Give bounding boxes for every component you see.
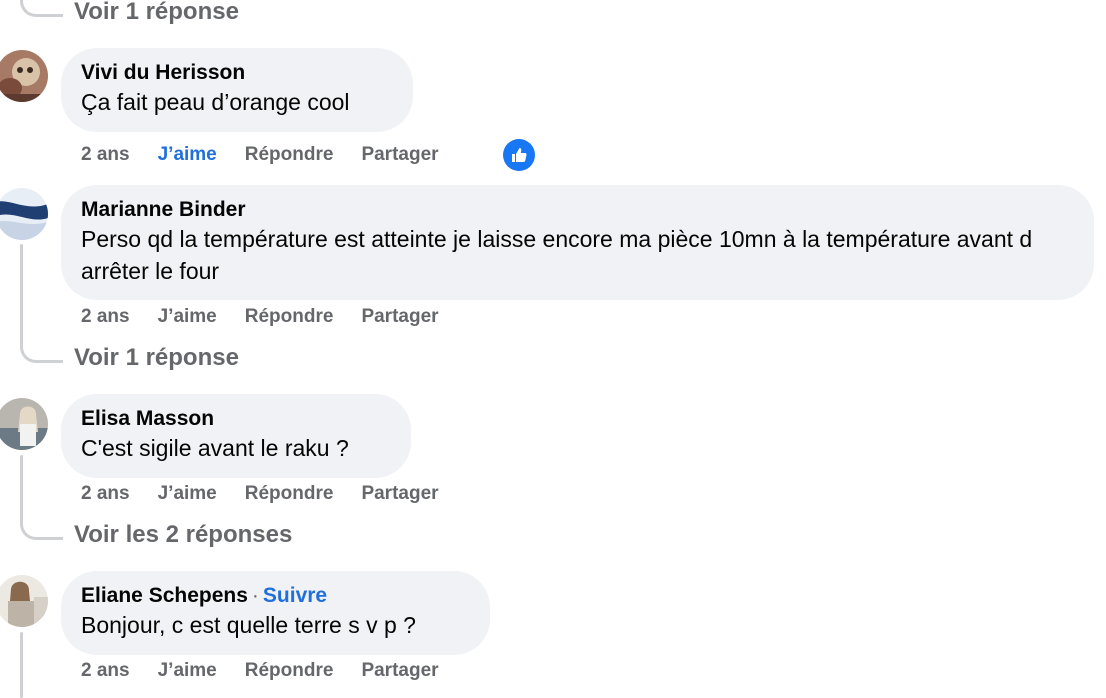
share-button[interactable]: Partager — [361, 306, 438, 328]
comment-timestamp[interactable]: 2 ans — [81, 306, 130, 328]
avatar[interactable] — [0, 50, 48, 102]
comment-text: C'est sigile avant le raku ? — [81, 435, 349, 461]
avatar-image — [0, 188, 48, 240]
comment-bubble: Eliane Schepens · Suivre Bonjour, c est qu… — [61, 571, 490, 655]
avatar[interactable] — [0, 188, 48, 240]
comment-timestamp[interactable]: 2 ans — [81, 483, 130, 505]
reaction-count[interactable] — [503, 139, 535, 171]
comment-text: Ça fait peau d’orange cool — [81, 89, 350, 115]
avatar-image — [0, 575, 48, 627]
reply-button[interactable]: Répondre — [245, 306, 334, 328]
share-button[interactable]: Partager — [361, 660, 438, 682]
comment-timestamp[interactable]: 2 ans — [81, 144, 130, 166]
thread-line — [20, 244, 23, 324]
view-replies-link[interactable]: Voir 1 réponse — [74, 0, 239, 26]
comment-author-row: Eliane Schepens · Suivre — [81, 583, 470, 609]
comment-actions: 2 ans J’aime Répondre Partager — [81, 144, 467, 166]
comment-author[interactable]: Vivi du Herisson — [81, 60, 393, 86]
avatar[interactable] — [0, 575, 48, 627]
comment-author[interactable]: Eliane Schepens — [81, 584, 248, 607]
comment-author[interactable]: Elisa Masson — [81, 406, 391, 432]
comment-author[interactable]: Marianne Binder — [81, 197, 1074, 223]
thread-line — [20, 455, 23, 505]
follow-button[interactable]: Suivre — [263, 584, 327, 607]
thread-connector — [20, 500, 63, 540]
comment-actions: 2 ans J’aime Répondre Partager — [81, 660, 467, 682]
comment-bubble: Marianne Binder Perso qd la température … — [61, 185, 1094, 300]
like-button[interactable]: J’aime — [158, 660, 217, 682]
thread-line — [20, 632, 23, 698]
like-button[interactable]: J’aime — [158, 483, 217, 505]
comment-actions: 2 ans J’aime Répondre Partager — [81, 483, 467, 505]
thread-connector — [20, 320, 63, 363]
reply-button[interactable]: Répondre — [245, 144, 334, 166]
like-button[interactable]: J’aime — [158, 144, 217, 166]
comment-bubble: Elisa Masson C'est sigile avant le raku … — [61, 394, 411, 478]
avatar-image — [0, 398, 48, 450]
comment-text: Perso qd la température est atteinte je … — [81, 226, 1033, 284]
comment-bubble: Vivi du Herisson Ça fait peau d’orange c… — [61, 48, 413, 132]
share-button[interactable]: Partager — [361, 483, 438, 505]
reply-button[interactable]: Répondre — [245, 660, 334, 682]
comment-actions: 2 ans J’aime Répondre Partager — [81, 306, 467, 328]
view-replies-link[interactable]: Voir 1 réponse — [74, 344, 239, 372]
thumbs-up-icon — [512, 148, 527, 162]
separator-dot: · — [251, 584, 259, 607]
comment-timestamp[interactable]: 2 ans — [81, 660, 130, 682]
share-button[interactable]: Partager — [361, 144, 438, 166]
like-button[interactable]: J’aime — [158, 306, 217, 328]
thread-connector — [20, 0, 63, 17]
avatar[interactable] — [0, 398, 48, 450]
view-replies-link[interactable]: Voir les 2 réponses — [74, 521, 292, 549]
comment-text: Bonjour, c est quelle terre s v p ? — [81, 612, 416, 638]
avatar-image — [0, 50, 48, 102]
reply-button[interactable]: Répondre — [245, 483, 334, 505]
